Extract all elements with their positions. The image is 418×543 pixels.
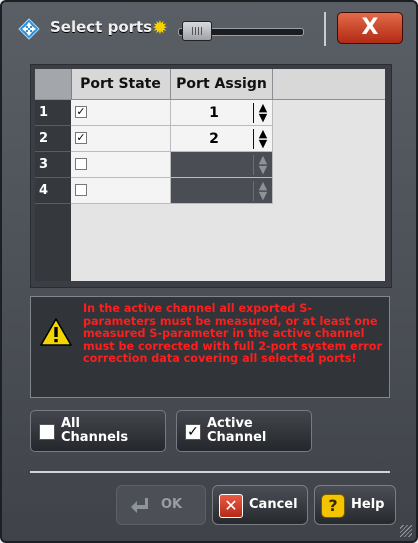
close-button[interactable]: X [337, 12, 403, 44]
active-channel-label: Active Channel [207, 417, 266, 445]
warning-message: In the active channel all exported S-par… [83, 302, 383, 366]
port-state-checkbox[interactable]: ✓ [75, 106, 87, 118]
port-state-cell[interactable]: ✓ [71, 126, 171, 152]
select-ports-dialog: Select ports ✹ X Port State Port Assign … [0, 0, 418, 543]
row-number: 4 [35, 178, 71, 204]
port-assign-cell[interactable]: 2 ▲ ▼ [171, 126, 273, 152]
ports-table: Port State Port Assign 1 ✓ 1 ▲ ▼ 2 ✓ 2 ▲… [35, 69, 385, 281]
active-channel-label-line1: Active [207, 416, 253, 431]
all-channels-label-line2: Channels [61, 430, 129, 445]
dialog-divider [30, 471, 390, 473]
all-channels-checkbox[interactable] [39, 424, 55, 440]
title-separator [324, 12, 326, 46]
red-x-icon: ✕ [219, 494, 243, 518]
all-channels-toggle[interactable]: All Channels [30, 410, 166, 452]
table-row: 4 ▲ ▼ [35, 178, 385, 204]
corner-cell [35, 69, 72, 99]
port-state-checkbox[interactable] [75, 184, 87, 196]
title-bar[interactable]: Select ports ✹ X [2, 2, 416, 54]
sun-icon: ✹ [152, 17, 168, 39]
port-state-cell[interactable] [71, 152, 171, 178]
row-number: 1 [35, 100, 71, 126]
table-row: 2 ✓ 2 ▲ ▼ [35, 126, 385, 152]
port-assign-cell: ▲ ▼ [171, 152, 273, 178]
active-channel-checkbox[interactable]: ✓ [185, 424, 201, 440]
port-state-checkbox[interactable] [75, 158, 87, 170]
port-assign-value: 2 [209, 131, 219, 147]
row-number: 2 [35, 126, 71, 152]
table-row: 3 ▲ ▼ [35, 152, 385, 178]
active-channel-toggle[interactable]: ✓ Active Channel [176, 410, 312, 452]
spin-arrows-icon: ▲ ▼ [253, 154, 272, 175]
port-state-checkbox[interactable]: ✓ [75, 132, 87, 144]
ok-label: OK [161, 497, 183, 512]
port-state-cell[interactable] [71, 178, 171, 204]
diamond-arrows-icon [18, 18, 40, 40]
all-channels-label: All Channels [61, 417, 128, 445]
warning-panel: In the active channel all exported S-par… [30, 296, 390, 398]
port-state-cell[interactable]: ✓ [71, 100, 171, 126]
ports-table-panel: Port State Port Assign 1 ✓ 1 ▲ ▼ 2 ✓ 2 ▲… [30, 64, 392, 288]
column-header-port-state[interactable]: Port State [71, 69, 171, 99]
spin-arrows-icon: ▲ ▼ [253, 180, 272, 201]
resize-grip[interactable] [400, 525, 412, 537]
spin-arrows-icon[interactable]: ▲ ▼ [253, 102, 272, 123]
port-assign-value [171, 178, 257, 204]
ok-button[interactable]: OK [116, 485, 206, 525]
port-assign-cell[interactable]: 1 ▲ ▼ [171, 100, 273, 126]
column-header-port-assign[interactable]: Port Assign [171, 69, 273, 99]
row-number: 3 [35, 152, 71, 178]
port-assign-cell: ▲ ▼ [171, 178, 273, 204]
enter-arrow-icon [131, 498, 148, 513]
slider-thumb[interactable] [182, 21, 212, 41]
cancel-label: Cancel [249, 497, 298, 512]
port-assign-value: 1 [209, 105, 219, 121]
question-bubble-icon: ? [321, 494, 345, 518]
cancel-button[interactable]: ✕ Cancel [212, 485, 308, 525]
port-assign-value [171, 152, 257, 178]
spin-arrows-icon[interactable]: ▲ ▼ [253, 128, 272, 149]
window-title: Select ports [50, 18, 153, 36]
warning-triangle-icon [40, 318, 72, 346]
table-header: Port State Port Assign [35, 69, 385, 100]
help-label: Help [351, 497, 385, 512]
all-channels-label-line1: All [61, 416, 80, 431]
active-channel-label-line2: Channel [207, 430, 267, 445]
help-button[interactable]: ? Help [314, 485, 396, 525]
table-row: 1 ✓ 1 ▲ ▼ [35, 100, 385, 126]
